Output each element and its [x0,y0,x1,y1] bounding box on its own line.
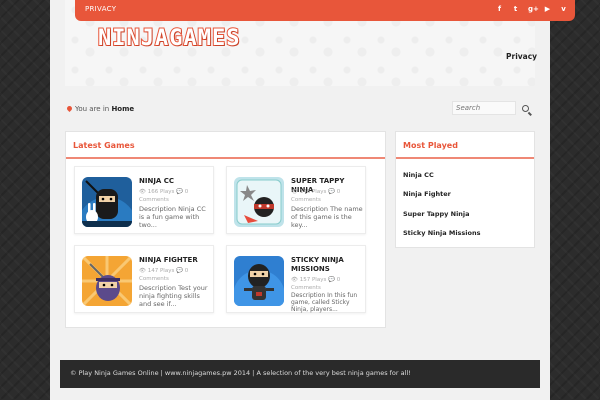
latest-games-divider [66,157,385,159]
youtube-icon[interactable]: ▶ [544,5,551,13]
search-icon[interactable] [522,105,529,112]
game-title[interactable]: NINJA CC [139,177,213,186]
game-thumbnail-super-tappy-ninja[interactable] [234,177,284,227]
most-played-item[interactable]: Sticky Ninja Missions [403,229,481,237]
page-container: NINJAGAMES Privacy PRIVACY f t g+ ▶ v Yo… [50,0,575,400]
comment-icon: 💬 [328,277,337,283]
location-pin-icon [65,104,74,113]
most-played-divider [396,157,534,159]
site-logo[interactable]: NINJAGAMES [97,25,240,52]
footer: © Play Ninja Games Online | www.ninjagam… [60,360,540,388]
game-thumbnail-sticky-ninja-missions[interactable] [234,256,284,306]
game-card-ninja-fighter[interactable]: NINJA FIGHTER 👁 147 Plays 💬 0 Comments D… [74,245,214,313]
latest-games-title: Latest Games [73,141,135,150]
facebook-icon[interactable]: f [496,5,503,13]
vimeo-icon[interactable]: v [560,5,567,13]
game-title[interactable]: NINJA FIGHTER [139,256,213,265]
breadcrumb-bar: You are in Home [65,96,535,122]
twitter-icon[interactable]: t [512,5,519,13]
breadcrumb-prefix: You are in [75,105,110,113]
comment-icon: 💬 [176,268,185,274]
game-meta: 👁 146 Plays 💬 0 Comments [291,189,341,203]
game-description: Description Ninja CC is a fun game with … [139,205,206,229]
search-input[interactable] [452,101,516,115]
eye-icon: 👁 [291,277,300,283]
game-description: Description The name of this game is the… [291,205,363,229]
game-thumbnail-ninja-cc[interactable] [82,177,132,227]
top-bar: PRIVACY f t g+ ▶ v [75,0,575,21]
comment-icon: 💬 [328,189,337,195]
game-title[interactable]: STICKY NINJA MISSIONS [291,256,365,274]
breadcrumb-home-link[interactable]: Home [111,105,134,113]
breadcrumb: You are in Home [75,105,134,113]
game-meta: 👁 157 Plays 💬 0 Comments [291,277,341,291]
latest-games-panel: Latest Games NINJA CC 👁 166 Plays 💬 0 Co… [65,131,386,328]
game-description: Description Test your ninja fighting ski… [139,284,208,308]
game-card-sticky-ninja-missions[interactable]: STICKY NINJA MISSIONS 👁 157 Plays 💬 0 Co… [226,245,366,313]
eye-icon: 👁 [139,268,148,274]
most-played-panel: Most Played Ninja CC Ninja Fighter Super… [395,131,535,248]
game-description: Description In this fun game, called Sti… [291,292,358,313]
eye-icon: 👁 [139,189,148,195]
game-meta: 👁 147 Plays 💬 0 Comments [139,268,189,282]
game-card-ninja-cc[interactable]: NINJA CC 👁 166 Plays 💬 0 Comments Descri… [74,166,214,234]
most-played-item[interactable]: Ninja Fighter [403,190,451,198]
footer-copyright: © Play Ninja Games Online | www.ninjagam… [70,369,411,377]
most-played-item[interactable]: Super Tappy Ninja [403,210,470,218]
game-meta: 👁 166 Plays 💬 0 Comments [139,189,189,203]
most-played-item[interactable]: Ninja CC [403,171,434,179]
comment-icon: 💬 [176,189,185,195]
game-thumbnail-ninja-fighter[interactable] [82,256,132,306]
most-played-title: Most Played [403,141,458,150]
nav-privacy-link[interactable]: Privacy [506,52,537,61]
google-plus-icon[interactable]: g+ [528,5,539,13]
eye-icon: 👁 [291,189,300,195]
social-links: f t g+ ▶ v [496,5,567,13]
game-card-super-tappy-ninja[interactable]: SUPER TAPPY NINJA 👁 146 Plays 💬 0 Commen… [226,166,366,234]
topbar-privacy-link[interactable]: PRIVACY [85,5,116,13]
